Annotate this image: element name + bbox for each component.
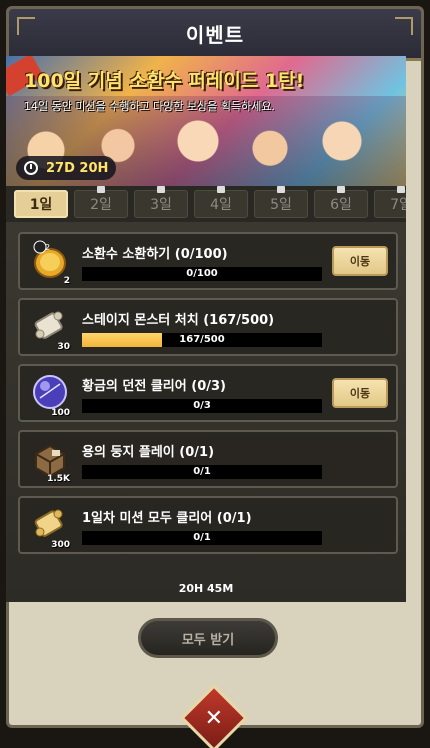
clock-icon	[24, 161, 38, 175]
tab-day-7[interactable]: 7일	[374, 186, 406, 218]
lock-icon	[337, 186, 345, 193]
day-tabs: 1일 2일 3일 4일 5일 6일 7일	[6, 186, 406, 222]
tab-label: 2일	[90, 197, 112, 213]
tab-day-1[interactable]: 1일	[14, 190, 68, 218]
mission-title: 소환수 소환하기 (0/100)	[82, 247, 228, 262]
mission-row: 100 황금의 던전 클리어 (0/3) 0/3 이동	[18, 364, 398, 422]
progress-bar: 0/1	[82, 531, 322, 545]
mission-row: 30 스테이지 몬스터 처치 (167/500) 167/500	[18, 298, 398, 356]
tab-label: 3일	[150, 197, 172, 213]
scroll-icon	[34, 311, 63, 339]
mission-row: 1.5K 용의 둥지 플레이 (0/1) 0/1	[18, 430, 398, 488]
tab-label: 1일	[29, 197, 53, 213]
box-icon	[35, 444, 65, 478]
event-banner: 100일 기념 소환수 퍼레이드 1탄! 14일 동안 미션을 수행하고 다양한…	[6, 56, 406, 186]
tab-label: 5일	[270, 197, 292, 213]
corner-ornament	[17, 17, 35, 35]
scroll-gold-icon	[34, 509, 63, 537]
title-bar: 이벤트	[9, 9, 421, 61]
mission-list: 2 2 소환수 소환하기 (0/100) 0/100 이동 30 스테이지 몬스…	[6, 222, 406, 602]
banner-title: 100일 기념 소환수 퍼레이드 1탄!	[24, 70, 305, 92]
progress-bar: 167/500	[82, 333, 322, 347]
tab-day-6[interactable]: 6일	[314, 186, 368, 218]
corner-ornament	[395, 17, 413, 35]
mission-title: 용의 둥지 플레이 (0/1)	[82, 445, 215, 460]
gold-coin-icon: 2	[33, 240, 66, 278]
reward-count: 1.5K	[47, 474, 70, 484]
progress-text: 167/500	[179, 334, 225, 345]
tab-label: 4일	[210, 197, 232, 213]
tab-label: 7일	[390, 197, 406, 213]
banner-subtitle: 14일 동안 미션을 수행하고 다양한 보상을 획득하세요.	[24, 100, 275, 113]
progress-bar: 0/1	[82, 465, 322, 479]
mission-row: 2 2 소환수 소환하기 (0/100) 0/100 이동	[18, 232, 398, 290]
mission-row: 300 1일차 미션 모두 클리어 (0/1) 0/1	[18, 496, 398, 554]
progress-text: 0/100	[186, 268, 218, 279]
purple-orb-icon	[33, 375, 67, 409]
lock-icon	[157, 186, 165, 193]
tab-day-5[interactable]: 5일	[254, 186, 308, 218]
reward-count: 100	[51, 408, 70, 418]
claim-all-button[interactable]: 모두 받기	[138, 618, 278, 658]
event-timer: 27D 20H	[16, 156, 116, 180]
mission-title: 황금의 던전 클리어 (0/3)	[82, 379, 226, 394]
timer-text: 27D 20H	[46, 160, 109, 176]
progress-bar: 0/3	[82, 399, 322, 413]
move-button[interactable]: 이동	[332, 246, 388, 276]
move-button[interactable]: 이동	[332, 378, 388, 408]
lock-icon	[397, 186, 405, 193]
reward-count: 30	[57, 342, 70, 352]
remaining-time: 20H 45M	[178, 582, 234, 595]
lock-icon	[97, 186, 105, 193]
page-title: 이벤트	[185, 23, 245, 47]
lock-icon	[217, 186, 225, 193]
reward-count: 2	[63, 276, 70, 286]
tab-day-3[interactable]: 3일	[134, 186, 188, 218]
progress-text: 0/1	[193, 466, 211, 477]
tab-label: 6일	[330, 197, 352, 213]
mission-title: 스테이지 몬스터 처치 (167/500)	[82, 313, 275, 328]
progress-text: 0/1	[193, 532, 211, 543]
coin-badge: 2	[45, 243, 50, 252]
tab-day-4[interactable]: 4일	[194, 186, 248, 218]
mission-title: 1일차 미션 모두 클리어 (0/1)	[82, 511, 252, 526]
tab-day-2[interactable]: 2일	[74, 186, 128, 218]
close-icon: ✕	[204, 705, 224, 731]
lock-icon	[277, 186, 285, 193]
progress-text: 0/3	[193, 400, 211, 411]
progress-bar: 0/100	[82, 267, 322, 281]
reward-count: 300	[51, 540, 70, 550]
